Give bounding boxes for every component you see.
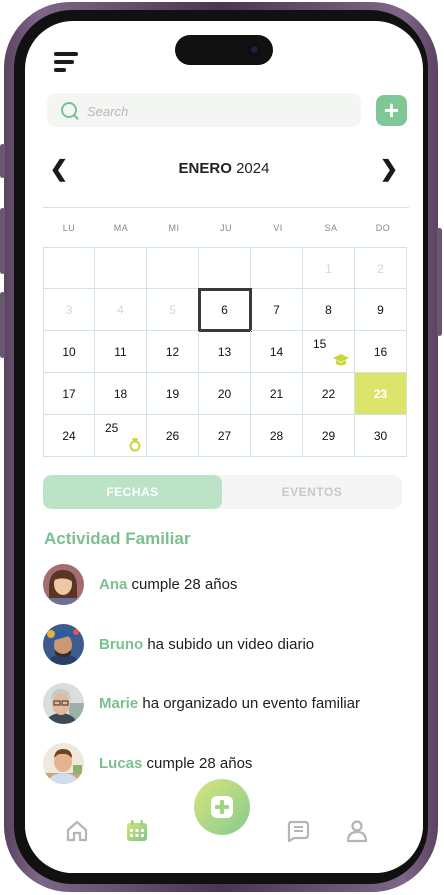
- activity-item[interactable]: Ana cumple 28 años: [43, 564, 403, 606]
- day-number: 25: [105, 421, 119, 435]
- day-number: 15: [313, 337, 327, 351]
- weekday-label: VI: [273, 223, 283, 233]
- activity-description: cumple 28 años: [131, 576, 238, 593]
- year: 2024: [236, 160, 270, 177]
- day-cell[interactable]: 28: [251, 415, 303, 457]
- empty-day-cell: [43, 247, 95, 289]
- calendar-icon[interactable]: [125, 819, 149, 843]
- day-cell[interactable]: 29: [303, 415, 355, 457]
- day-cell[interactable]: 8: [303, 289, 355, 331]
- bottom-navigation: [25, 779, 423, 873]
- weekday-label: DO: [375, 223, 391, 233]
- empty-day-cell: [199, 247, 251, 289]
- day-cell[interactable]: 20: [199, 373, 251, 415]
- activity-description: ha subido un video diario: [147, 636, 315, 653]
- volume-up-button: [0, 208, 5, 274]
- search-bar[interactable]: [47, 93, 361, 127]
- today-day-cell[interactable]: 6: [198, 288, 252, 332]
- day-cell[interactable]: 4: [95, 289, 147, 331]
- empty-day-cell: [147, 247, 199, 289]
- activity-item[interactable]: Marie ha organizado un evento familiar: [43, 683, 403, 725]
- volume-down-button: [0, 292, 5, 358]
- segment-tabs: FECHAS EVENTOS: [43, 475, 402, 509]
- avatar: [43, 624, 84, 665]
- menu-icon[interactable]: [54, 52, 80, 72]
- day-cell[interactable]: 22: [303, 373, 355, 415]
- avatar: [43, 683, 84, 724]
- avatar: [43, 564, 84, 605]
- day-cell[interactable]: 21: [251, 373, 303, 415]
- graduation-cap-icon: [333, 354, 349, 366]
- day-cell[interactable]: 14: [251, 331, 303, 373]
- activity-name: Bruno: [99, 636, 144, 653]
- mute-switch: [0, 144, 5, 178]
- month-title: ENERO 2024: [25, 160, 423, 177]
- activity-description: ha organizado un evento familiar: [142, 695, 360, 712]
- day-cell[interactable]: 13: [199, 331, 251, 373]
- tab-fechas[interactable]: FECHAS: [43, 475, 222, 509]
- activity-name: Lucas: [99, 755, 143, 772]
- day-cell[interactable]: 18: [95, 373, 147, 415]
- day-cell[interactable]: 12: [147, 331, 199, 373]
- event-day-cell[interactable]: 25: [95, 415, 147, 457]
- empty-day-cell: [95, 247, 147, 289]
- activity-text: Ana cumple 28 años: [99, 576, 237, 593]
- day-cell[interactable]: 16: [355, 331, 407, 373]
- camera-icon: [248, 43, 261, 56]
- day-cell[interactable]: 27: [199, 415, 251, 457]
- day-cell[interactable]: 7: [251, 289, 303, 331]
- event-day-cell[interactable]: 15: [303, 331, 355, 373]
- chat-icon[interactable]: [286, 819, 310, 843]
- empty-day-cell: [251, 247, 303, 289]
- search-input[interactable]: [85, 100, 349, 122]
- day-cell[interactable]: 26: [147, 415, 199, 457]
- day-cell[interactable]: 5: [147, 289, 199, 331]
- home-icon[interactable]: [65, 819, 89, 843]
- day-cell[interactable]: 3: [43, 289, 95, 331]
- day-cell[interactable]: 1: [303, 247, 355, 289]
- selected-day-cell[interactable]: 23: [355, 373, 407, 415]
- calendar-divider: [43, 207, 409, 208]
- power-button: [437, 228, 442, 336]
- day-cell[interactable]: 24: [43, 415, 95, 457]
- activity-item[interactable]: Bruno ha subido un video diario: [43, 624, 403, 666]
- weekday-label: MA: [113, 223, 129, 233]
- day-cell[interactable]: 19: [147, 373, 199, 415]
- weekday-label: JU: [220, 223, 232, 233]
- day-cell[interactable]: 9: [355, 289, 407, 331]
- month-name: ENERO: [178, 160, 232, 177]
- tab-eventos[interactable]: EVENTOS: [222, 475, 402, 509]
- activity-text: Lucas cumple 28 años: [99, 755, 252, 772]
- activity-text: Marie ha organizado un evento familiar: [99, 695, 360, 712]
- day-cell[interactable]: 2: [355, 247, 407, 289]
- profile-icon[interactable]: [345, 819, 369, 843]
- day-cell[interactable]: 11: [95, 331, 147, 373]
- activity-name: Marie: [99, 695, 139, 712]
- weekday-label: MI: [168, 223, 180, 233]
- day-cell[interactable]: 10: [43, 331, 95, 373]
- activity-name: Ana: [99, 576, 128, 593]
- dynamic-island: [175, 35, 273, 65]
- day-cell[interactable]: 17: [43, 373, 95, 415]
- weekday-label: SA: [324, 223, 338, 233]
- section-title: Actividad Familiar: [44, 529, 191, 548]
- ring-icon: [129, 438, 141, 452]
- activity-text: Bruno ha subido un video diario: [99, 636, 314, 653]
- next-month-icon[interactable]: ❯: [377, 157, 401, 181]
- add-button[interactable]: +: [376, 95, 407, 126]
- month-header: ❮ ENERO 2024 ❯: [25, 157, 423, 181]
- add-icon[interactable]: [194, 779, 250, 835]
- avatar: [43, 743, 84, 784]
- search-icon: [61, 102, 77, 118]
- screen: + ❮ ENERO 2024 ❯ LU MA MI JU VI SA DO 1 …: [25, 21, 423, 873]
- weekday-label: LU: [62, 223, 76, 233]
- day-cell[interactable]: 30: [355, 415, 407, 457]
- activity-description: cumple 28 años: [146, 755, 253, 772]
